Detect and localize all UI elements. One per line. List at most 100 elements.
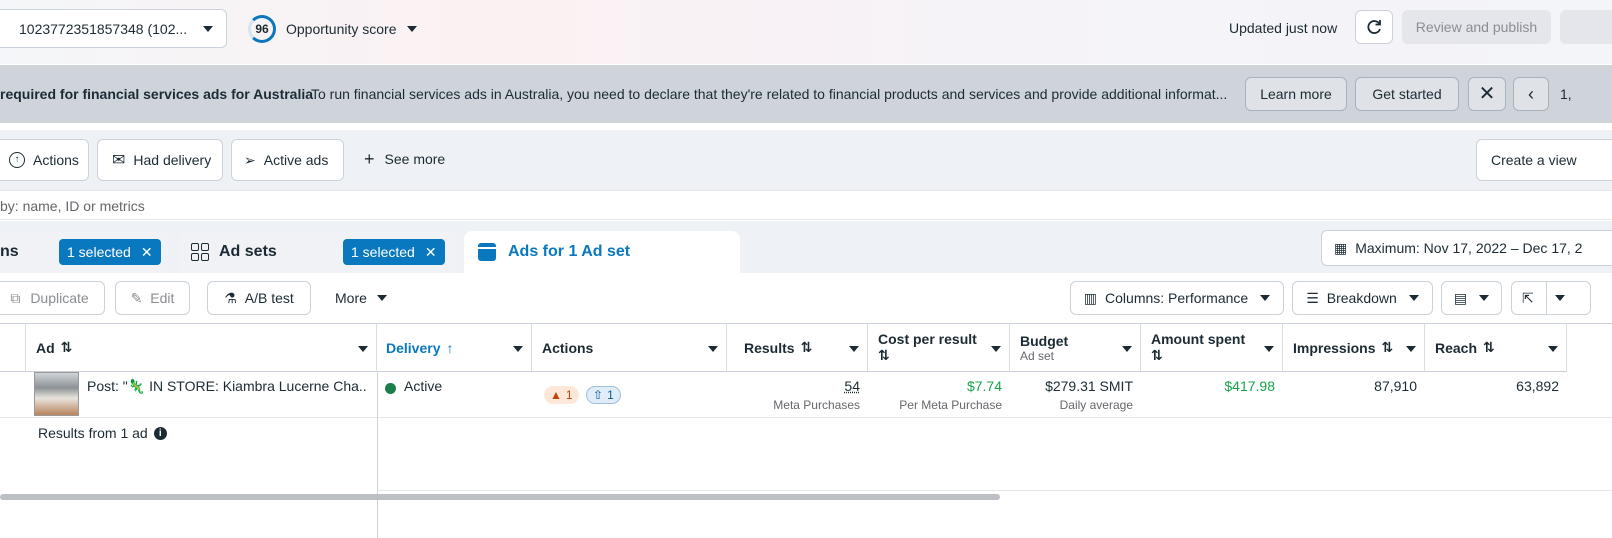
col-reach-header[interactable]: Reach ⇅ bbox=[1425, 324, 1567, 372]
chevron-left-icon: ‹ bbox=[1528, 84, 1534, 105]
chevron-down-icon[interactable] bbox=[358, 346, 368, 352]
col-results-label: Results bbox=[744, 340, 795, 356]
chevron-down-icon[interactable] bbox=[1406, 346, 1416, 352]
date-range-picker[interactable]: ▦ Maximum: Nov 17, 2022 – Dec 17, 2 bbox=[1321, 230, 1612, 266]
chevron-down-icon bbox=[1409, 295, 1419, 301]
breakdown-button[interactable]: ☰ Breakdown bbox=[1292, 281, 1433, 315]
chevron-down-icon[interactable] bbox=[513, 346, 523, 352]
top-bar: 1023772351857348 (102... 96 Opportunity … bbox=[0, 0, 1612, 64]
col-reach-label: Reach bbox=[1435, 340, 1477, 356]
col-budget-header[interactable]: Budget Ad set bbox=[1010, 324, 1141, 372]
plus-icon: + bbox=[364, 150, 375, 168]
date-range-label: Maximum: Nov 17, 2022 – Dec 17, 2 bbox=[1355, 240, 1582, 256]
col-actions-label: Actions bbox=[542, 340, 593, 356]
tab-campaigns[interactable]: ns 1 selected ✕ bbox=[0, 231, 170, 273]
action-toolbar: ⧉ Duplicate ✎ Edit ⚗ A/B test More ▥ Col… bbox=[0, 273, 1612, 323]
account-selector[interactable]: 1023772351857348 (102... bbox=[0, 9, 227, 48]
close-banner-button[interactable]: ✕ bbox=[1468, 77, 1506, 111]
see-more-button[interactable]: + See more bbox=[364, 150, 445, 168]
col-budget-sub: Ad set bbox=[1020, 349, 1054, 363]
chevron-down-icon[interactable] bbox=[991, 346, 1001, 352]
ad-thumbnail[interactable] bbox=[34, 372, 79, 416]
ab-test-button[interactable]: ⚗ A/B test bbox=[207, 281, 311, 315]
pencil-icon: ✎ bbox=[131, 290, 143, 307]
get-started-button[interactable]: Get started bbox=[1355, 77, 1459, 111]
tab-adsets[interactable]: Ad sets 1 selected ✕ bbox=[179, 231, 456, 273]
duplicate-icon: ⧉ bbox=[10, 290, 20, 307]
results-footer: Results from 1 ad i bbox=[38, 425, 167, 441]
horizontal-scrollbar[interactable] bbox=[0, 494, 1000, 500]
had-delivery-label: Had delivery bbox=[133, 152, 211, 168]
info-icon[interactable]: i bbox=[154, 427, 167, 440]
chevron-down-icon[interactable] bbox=[1548, 346, 1558, 352]
recommendation-count: 1 bbox=[607, 388, 614, 402]
reports-button[interactable]: ▤ bbox=[1441, 281, 1502, 315]
refresh-icon bbox=[1365, 18, 1383, 36]
actions-icon: ↑ bbox=[9, 152, 25, 168]
flask-icon: ⚗ bbox=[224, 290, 237, 307]
col-actions-header[interactable]: Actions bbox=[532, 324, 727, 372]
chevron-down-icon bbox=[1260, 295, 1270, 301]
learn-more-button[interactable]: Learn more bbox=[1245, 77, 1347, 111]
banner-title: required for financial services ads for … bbox=[0, 86, 313, 102]
campaigns-selected-badge[interactable]: 1 selected ✕ bbox=[59, 239, 161, 265]
results-value[interactable]: 54 bbox=[844, 378, 860, 394]
chevron-down-icon bbox=[1479, 295, 1489, 301]
chevron-down-icon[interactable] bbox=[1264, 346, 1274, 352]
opportunity-score[interactable]: 96 Opportunity score bbox=[248, 14, 417, 44]
had-delivery-filter[interactable]: ✉ Had delivery bbox=[97, 139, 223, 181]
score-value: 96 bbox=[255, 22, 268, 36]
active-ads-filter[interactable]: ➢ Active ads bbox=[231, 139, 344, 181]
export-button[interactable]: ⇱ bbox=[1511, 281, 1591, 315]
actions-filter[interactable]: ↑ Actions bbox=[0, 139, 89, 181]
publish-menu-button[interactable] bbox=[1560, 10, 1612, 44]
duplicate-button[interactable]: ⧉ Duplicate bbox=[0, 281, 105, 315]
chevron-down-icon[interactable] bbox=[708, 346, 718, 352]
banner-pager: 1, bbox=[1560, 86, 1572, 102]
columns-button[interactable]: ▥ Columns: Performance bbox=[1070, 281, 1284, 315]
col-amount-header[interactable]: Amount spent ⇅ bbox=[1141, 324, 1283, 372]
breakdown-label: Breakdown bbox=[1327, 290, 1397, 306]
chevron-down-icon[interactable] bbox=[1122, 346, 1132, 352]
active-ads-label: Active ads bbox=[264, 152, 329, 168]
columns-label: Columns: Performance bbox=[1105, 290, 1248, 306]
search-bar[interactable]: by: name, ID or metrics bbox=[0, 190, 1612, 220]
sort-icon: ⇅ bbox=[1151, 347, 1163, 364]
warning-badge[interactable]: ▲ 1 bbox=[544, 386, 579, 404]
col-ad-header[interactable]: Ad ⇅ bbox=[26, 324, 377, 372]
review-publish-button[interactable]: Review and publish bbox=[1402, 10, 1551, 44]
updated-status: Updated just now bbox=[1229, 20, 1337, 36]
col-impressions-header[interactable]: Impressions ⇅ bbox=[1283, 324, 1425, 372]
chevron-down-icon bbox=[407, 26, 417, 32]
envelope-icon: ✉ bbox=[112, 150, 125, 170]
recommendation-badge[interactable]: ⇧ 1 bbox=[586, 386, 621, 404]
search-input[interactable]: by: name, ID or metrics bbox=[0, 198, 145, 214]
amount-value: $417.98 bbox=[1224, 378, 1275, 394]
results-sub: Meta Purchases bbox=[773, 398, 860, 412]
sort-icon: ⇅ bbox=[1483, 339, 1495, 356]
refresh-button[interactable] bbox=[1355, 10, 1393, 44]
adsets-selected-badge[interactable]: 1 selected ✕ bbox=[343, 239, 445, 265]
budget-value[interactable]: $279.31 SMIT bbox=[1045, 378, 1133, 394]
col-results-header[interactable]: Results ⇅ bbox=[727, 324, 868, 372]
close-icon: ✕ bbox=[425, 244, 437, 261]
warning-icon: ▲ bbox=[550, 388, 562, 402]
col-checkbox-header[interactable] bbox=[0, 324, 26, 372]
columns-icon: ▥ bbox=[1084, 290, 1097, 307]
col-amount-label: Amount spent bbox=[1151, 331, 1245, 347]
calendar-icon: ▦ bbox=[1334, 240, 1347, 257]
prev-button[interactable]: ‹ bbox=[1513, 77, 1549, 111]
edit-button[interactable]: ✎ Edit bbox=[115, 281, 190, 315]
more-button[interactable]: More bbox=[335, 290, 387, 306]
col-cost-header[interactable]: Cost per result ⇅ bbox=[868, 324, 1010, 372]
sort-icon: ⇅ bbox=[1381, 339, 1393, 356]
reach-value: 63,892 bbox=[1516, 378, 1559, 394]
export-icon: ⇱ bbox=[1522, 290, 1534, 307]
chevron-down-icon[interactable] bbox=[849, 346, 859, 352]
bottom-divider bbox=[377, 490, 1612, 491]
create-view-button[interactable]: Create a view bbox=[1476, 139, 1612, 181]
table-row[interactable]: Post: "🦎 IN STORE: Kiambra Lucerne Cha..… bbox=[0, 372, 1612, 418]
ad-name-link[interactable]: Post: "🦎 IN STORE: Kiambra Lucerne Cha..… bbox=[87, 378, 367, 395]
col-delivery-header[interactable]: Delivery ↑ bbox=[377, 324, 532, 372]
tab-ads[interactable]: Ads for 1 Ad set bbox=[464, 231, 740, 273]
